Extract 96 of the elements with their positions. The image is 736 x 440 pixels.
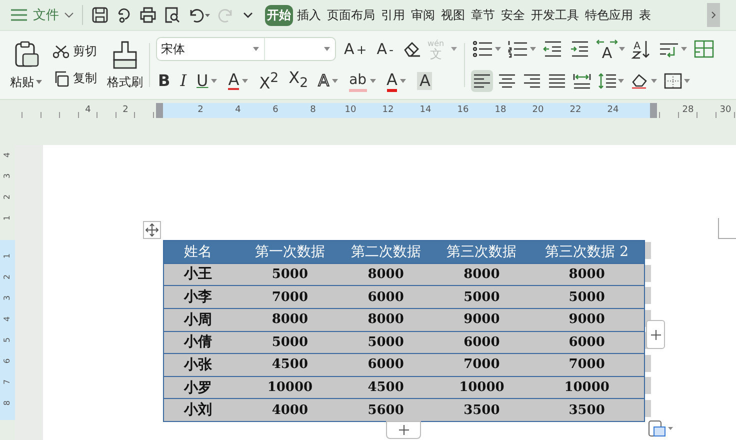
font-name-field[interactable]: 宋体 bbox=[157, 38, 265, 60]
table-cell: 5600 bbox=[338, 398, 434, 422]
ruler-number: 2 bbox=[2, 193, 12, 202]
ribbon-tab[interactable]: 审阅 bbox=[409, 4, 437, 26]
ruler-number: 8 bbox=[309, 104, 317, 117]
table-cell: 10000 bbox=[434, 376, 530, 399]
table-cell: 5000 bbox=[242, 263, 338, 286]
table-cell: 7000 bbox=[434, 354, 530, 376]
ruler-number: 6 bbox=[272, 104, 280, 117]
table-cell: 9000 bbox=[434, 308, 530, 331]
ribbon-tab[interactable]: 开发工具 bbox=[529, 4, 581, 26]
ruler-number: 28 bbox=[681, 104, 695, 117]
paste-button[interactable]: 粘贴 bbox=[10, 40, 43, 90]
column-header: 第二次数据 bbox=[338, 240, 434, 264]
ruler-number: 2 bbox=[122, 104, 130, 117]
ruler-number: 6 bbox=[2, 357, 12, 366]
ruler-number: 3 bbox=[2, 172, 12, 181]
ribbon-tab[interactable]: 插入 bbox=[295, 4, 323, 26]
table-cell: 8000 bbox=[338, 263, 434, 286]
ruler-number: 1 bbox=[2, 252, 12, 261]
ruler-number: 18 bbox=[494, 104, 508, 117]
table-cell: 8000 bbox=[338, 308, 434, 331]
ruler-number: 10 bbox=[344, 104, 358, 117]
ruler-number: 4 bbox=[2, 315, 12, 324]
table-cell: 4500 bbox=[338, 376, 434, 399]
ribbon-tab[interactable]: 页面布局 bbox=[325, 4, 377, 26]
ruler-number: 22 bbox=[568, 104, 582, 117]
ruler-number: 5 bbox=[2, 336, 12, 345]
ruler-number: 4 bbox=[84, 104, 92, 117]
column-header: 第一次数据 bbox=[242, 240, 338, 264]
ruler-number: 8 bbox=[2, 399, 12, 408]
table-cell: 5000 bbox=[338, 331, 434, 354]
ruler-number: 16 bbox=[456, 104, 470, 117]
table-cell: 10000 bbox=[242, 376, 338, 399]
table-cell: 5000 bbox=[530, 286, 644, 308]
table-cell: 6000 bbox=[338, 286, 434, 308]
table-cell: 3500 bbox=[530, 398, 644, 422]
ribbon-tab[interactable]: 开始 bbox=[265, 4, 293, 26]
ruler-number: 12 bbox=[381, 104, 395, 117]
strikethrough-button[interactable]: A bbox=[226, 72, 252, 90]
column-header: 第三次数据 2 bbox=[530, 240, 644, 264]
table-cell: 小罗 bbox=[164, 376, 242, 399]
table-cell: 7000 bbox=[242, 286, 338, 308]
script-button[interactable]: X$^{2}$ bbox=[257, 70, 281, 92]
ruler-number: 2 bbox=[2, 273, 12, 282]
column-header: 第三次数据 bbox=[434, 240, 530, 264]
font-color-button[interactable]: A bbox=[384, 70, 410, 92]
underline-button[interactable]: U bbox=[194, 72, 220, 90]
ruler-number: 7 bbox=[2, 378, 12, 387]
ribbon-tab[interactable]: 视图 bbox=[439, 4, 467, 26]
ruler-number: 3 bbox=[2, 294, 12, 303]
text-direction-icon[interactable]: A bbox=[595, 37, 628, 61]
table-cell: 小倩 bbox=[164, 331, 242, 354]
ruler-number: 24 bbox=[606, 104, 620, 117]
table-cell: 5000 bbox=[434, 286, 530, 308]
highlight-button[interactable]: ab bbox=[347, 70, 379, 92]
ribbon-tab[interactable]: 章节 bbox=[469, 4, 497, 26]
table-cell: 6000 bbox=[338, 354, 434, 376]
script-button[interactable]: X$_{2}$ bbox=[286, 68, 310, 94]
bold-button[interactable]: B bbox=[156, 72, 172, 90]
file-menu[interactable]: 文件 bbox=[10, 6, 74, 24]
copy-button[interactable]: 复制 bbox=[53, 70, 97, 87]
format-painter-button[interactable]: 格式刷 bbox=[107, 40, 143, 90]
table-cell: 6000 bbox=[530, 331, 644, 354]
table-cell: 7000 bbox=[530, 354, 644, 376]
table-cell: 小王 bbox=[164, 263, 242, 286]
italic-button[interactable]: I bbox=[178, 72, 189, 90]
table-cell: 8000 bbox=[530, 263, 644, 286]
text-effect-button[interactable]: A bbox=[316, 72, 342, 90]
table-cell: 8000 bbox=[242, 308, 338, 331]
table-cell: 9000 bbox=[530, 308, 644, 331]
table-cell: 5000 bbox=[242, 331, 338, 354]
table-cell: 10000 bbox=[530, 376, 644, 399]
table-cell: 6000 bbox=[434, 331, 530, 354]
table-cell: 小刘 bbox=[164, 398, 242, 422]
table-cell: 小李 bbox=[164, 286, 242, 308]
column-header: 姓名 bbox=[164, 240, 242, 264]
ruler-number: 30 bbox=[718, 104, 732, 117]
table-cell: 小张 bbox=[164, 354, 242, 376]
cut-button[interactable]: 剪切 bbox=[53, 43, 97, 60]
ribbon-tab[interactable]: 表 bbox=[637, 4, 653, 26]
ruler-number: 1 bbox=[2, 214, 12, 223]
ruler-number: 14 bbox=[418, 104, 432, 117]
character-shading-button[interactable]: A bbox=[415, 72, 434, 90]
ribbon-tab[interactable]: 特色应用 bbox=[583, 4, 635, 26]
table-cell: 小周 bbox=[164, 308, 242, 331]
table-cell: 4500 bbox=[242, 354, 338, 376]
ribbon-tab[interactable]: 引用 bbox=[379, 4, 407, 26]
ruler-number: 20 bbox=[531, 104, 545, 117]
ribbon-tab[interactable]: 安全 bbox=[499, 4, 527, 26]
ruler-number: 4 bbox=[2, 151, 12, 160]
ruler-number: 2 bbox=[196, 104, 204, 117]
table-cell: 3500 bbox=[434, 398, 530, 422]
ruler-number: 4 bbox=[234, 104, 242, 117]
table-cell: 8000 bbox=[434, 263, 530, 286]
table-cell: 4000 bbox=[242, 398, 338, 422]
